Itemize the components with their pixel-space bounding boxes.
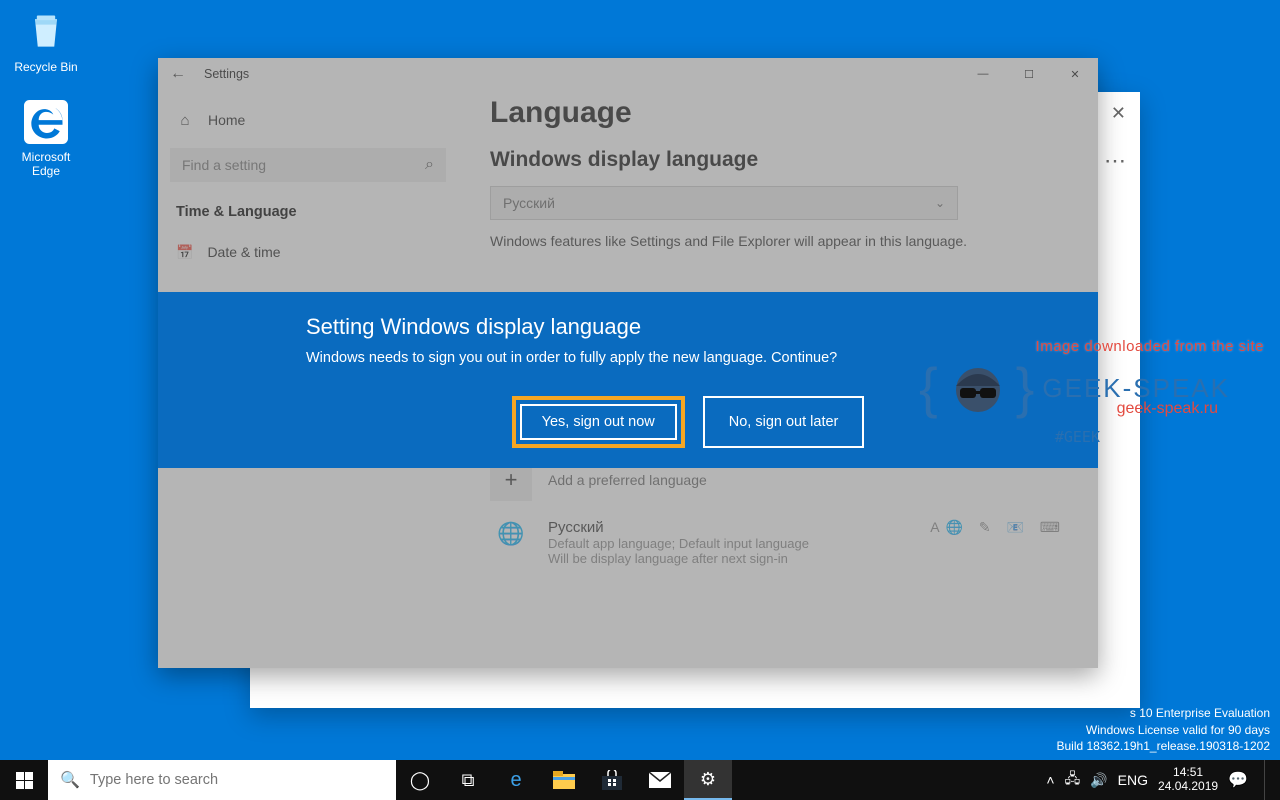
system-tray: ˄ 🖧 🔊 ENG 14:51 24.04.2019 💬 — [1036, 760, 1280, 800]
taskbar-edge-icon[interactable]: e — [492, 760, 540, 800]
minimize-button[interactable]: — — [960, 58, 1006, 90]
watermark-url: geek-speak.ru — [1117, 400, 1218, 418]
windows-evaluation-watermark: s 10 Enterprise Evaluation Windows Licen… — [1056, 705, 1270, 754]
page-heading: Language — [490, 96, 1066, 130]
sidebar-home[interactable]: ⌂ Home — [158, 98, 458, 142]
tray-chevron-up-icon[interactable]: ˄ — [1046, 772, 1054, 788]
windows-logo-icon — [16, 772, 33, 789]
sidebar-search-input[interactable] — [182, 157, 425, 173]
back-button[interactable]: ← — [170, 65, 198, 83]
watermark-hashtag: #GEEK — [1055, 428, 1100, 446]
sidebar-home-label: Home — [208, 112, 245, 128]
display-language-description: Windows features like Settings and File … — [490, 232, 1050, 251]
chevron-down-icon: ⌄ — [935, 196, 945, 210]
language-sub2: Will be display language after next sign… — [548, 551, 809, 566]
close-button[interactable]: ✕ — [1052, 58, 1098, 90]
display-language-dropdown[interactable]: Русский ⌄ — [490, 186, 958, 220]
modal-yes-button[interactable]: Yes, sign out now — [520, 404, 677, 440]
language-globe-icon: 🌐 — [490, 519, 532, 547]
tray-volume-icon[interactable]: 🔊 — [1090, 772, 1107, 789]
titlebar: ← Settings — ☐ ✕ — [158, 58, 1098, 90]
dropdown-value: Русский — [503, 195, 555, 211]
sidebar-item-label: Date & time — [207, 244, 280, 260]
search-icon: ⌕ — [425, 156, 434, 174]
tray-network-icon[interactable]: 🖧 — [1065, 768, 1081, 792]
calendar-icon: 📅 — [176, 244, 193, 261]
desktop-icon-label: Recycle Bin — [8, 60, 84, 74]
modal-title: Setting Windows display language — [306, 314, 1070, 340]
section-heading-display-language: Windows display language — [490, 148, 1066, 172]
search-icon: 🔍 — [60, 770, 80, 790]
sidebar-category: Time & Language — [158, 194, 458, 230]
modal-yes-highlight: Yes, sign out now — [512, 396, 685, 448]
language-feature-icons: A🌐 ✎ 📧 ⌨ — [930, 519, 1066, 536]
language-name: Русский — [548, 519, 809, 536]
modal-no-button[interactable]: No, sign out later — [703, 396, 865, 448]
watermark-logo-text: GEEK-SPEAK — [1042, 373, 1230, 404]
geek-face-icon — [946, 356, 1010, 420]
tray-language[interactable]: ENG — [1118, 772, 1148, 788]
background-window-more-icon[interactable]: ⋯ — [1104, 148, 1126, 174]
background-window-close-icon[interactable]: ✕ — [1111, 103, 1126, 124]
taskbar-explorer-icon[interactable] — [540, 760, 588, 800]
add-language-label: Add a preferred language — [548, 472, 707, 488]
recycle-bin-icon — [22, 8, 70, 56]
taskbar-taskview-icon[interactable]: ⧉ — [444, 760, 492, 800]
taskbar-search[interactable]: 🔍 — [48, 760, 396, 800]
language-row[interactable]: 🌐 Русский Default app language; Default … — [490, 519, 1066, 566]
tray-action-center-icon[interactable]: 💬 — [1228, 770, 1248, 790]
watermark-caption: Image downloaded from the site — [1036, 338, 1264, 355]
desktop-icon-recycle-bin[interactable]: Recycle Bin — [8, 8, 84, 74]
desktop-icon-edge[interactable]: Microsoft Edge — [8, 98, 84, 178]
maximize-button[interactable]: ☐ — [1006, 58, 1052, 90]
edge-icon — [22, 98, 70, 146]
taskbar-mail-icon[interactable] — [636, 760, 684, 800]
taskbar-settings-icon[interactable]: ⚙ — [684, 760, 732, 800]
taskbar-search-input[interactable] — [90, 772, 384, 788]
taskbar-cortana-icon[interactable]: ◯ — [396, 760, 444, 800]
taskbar: 🔍 ◯ ⧉ e ⚙ ˄ 🖧 🔊 ENG 14:51 24.04.2019 💬 — [0, 760, 1280, 800]
language-sub1: Default app language; Default input lang… — [548, 536, 809, 551]
window-title: Settings — [204, 67, 249, 81]
tray-clock[interactable]: 14:51 24.04.2019 — [1158, 766, 1218, 794]
sidebar-search[interactable]: ⌕ — [170, 148, 446, 182]
sidebar-item-date-time[interactable]: 📅 Date & time — [158, 230, 458, 274]
taskbar-store-icon[interactable] — [588, 760, 636, 800]
home-icon: ⌂ — [176, 112, 194, 129]
desktop-icon-label: Microsoft Edge — [8, 150, 84, 178]
show-desktop-button[interactable] — [1264, 760, 1270, 800]
start-button[interactable] — [0, 760, 48, 800]
